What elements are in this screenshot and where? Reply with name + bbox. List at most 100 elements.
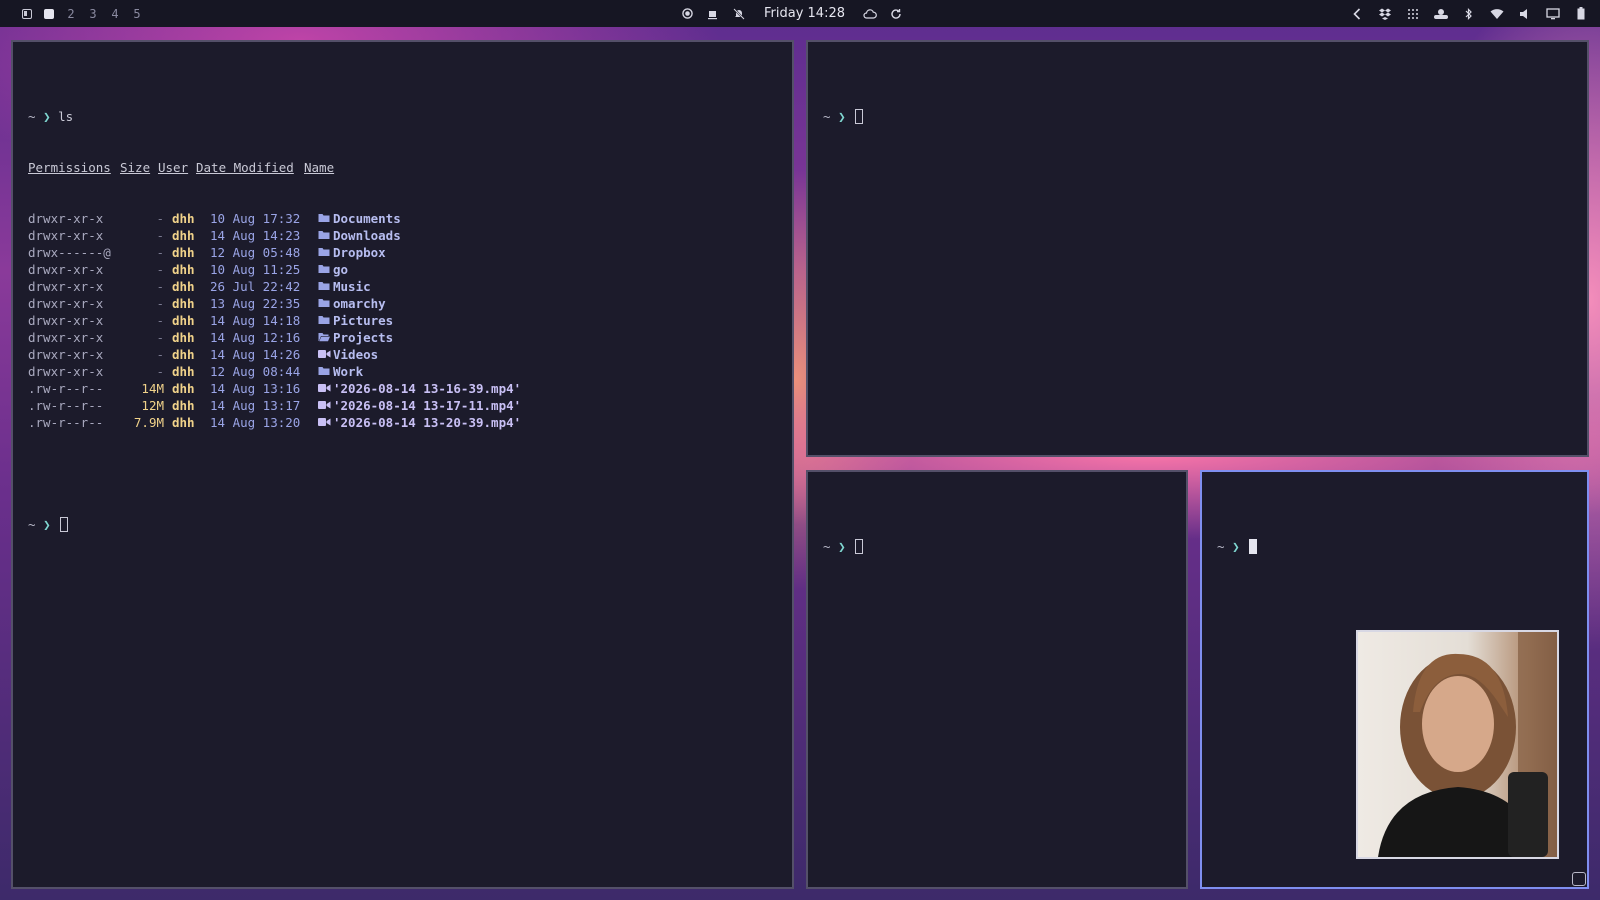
- prompt-line: ~ ❯: [28, 516, 782, 533]
- app-launcher-icon[interactable]: [16, 0, 38, 27]
- date-cell: 14 Aug 13:16: [210, 381, 301, 396]
- workspace-5[interactable]: 5: [126, 0, 148, 27]
- prompt: ~ ❯: [28, 517, 51, 532]
- record-icon[interactable]: [680, 7, 694, 21]
- size-cell: -: [156, 245, 164, 260]
- ls-row: drwxr-xr-x - dhh 12 Aug 08:44 Work: [28, 363, 782, 380]
- date-cell: 14 Aug 13:17: [210, 398, 301, 413]
- name-cell[interactable]: '2026-08-14 13-20-39.mp4': [333, 414, 521, 431]
- chevron-left-icon[interactable]: [1350, 7, 1364, 21]
- name-cell[interactable]: '2026-08-14 13-16-39.mp4': [333, 380, 521, 397]
- user-cell: dhh: [172, 347, 195, 362]
- name-cell[interactable]: Documents: [333, 210, 401, 227]
- permissions-cell: .rw-r--r--: [28, 398, 104, 413]
- cloud-icon[interactable]: [863, 7, 877, 21]
- permissions-cell: drwxr-xr-x: [28, 330, 104, 345]
- date-cell: 12 Aug 05:48: [210, 245, 301, 260]
- header-permissions: Permissions: [28, 160, 111, 175]
- command-line: ~ ❯ ls: [28, 108, 782, 125]
- ls-row: drwxr-xr-x - dhh 13 Aug 22:35 omarchy: [28, 295, 782, 312]
- folder-icon: [318, 244, 333, 261]
- weather-icon[interactable]: [1434, 7, 1448, 21]
- ls-row: .rw-r--r-- 14M dhh 14 Aug 13:16 '2026-08-14 …: [28, 380, 782, 397]
- folder-icon: [318, 261, 333, 278]
- header-size: Size: [120, 160, 151, 175]
- name-cell[interactable]: '2026-08-14 13-17-11.mp4': [333, 397, 521, 414]
- system-tray: [1350, 0, 1588, 27]
- header-name: Name: [304, 160, 335, 175]
- coffee-icon[interactable]: [706, 7, 720, 21]
- video-file-icon: [318, 397, 333, 414]
- permissions-cell: drwxr-xr-x: [28, 211, 104, 226]
- clock[interactable]: Friday 14:28: [764, 6, 845, 21]
- ls-row: .rw-r--r-- 7.9M dhh 14 Aug 13:20 '2026-08-14…: [28, 414, 782, 431]
- display-icon[interactable]: [1546, 7, 1560, 21]
- cursor: [60, 517, 69, 532]
- size-cell: -: [156, 211, 164, 226]
- video-file-icon: [318, 380, 333, 397]
- prompt: ~ ❯: [28, 109, 51, 124]
- ls-row: drwxr-xr-x - dhh 14 Aug 12:16 Projects: [28, 329, 782, 346]
- folder-icon: [318, 227, 333, 244]
- name-cell[interactable]: Downloads: [333, 227, 401, 244]
- user-cell: dhh: [172, 211, 195, 226]
- size-cell: -: [156, 330, 164, 345]
- size-cell: 14M: [141, 381, 164, 396]
- user-cell: dhh: [172, 245, 195, 260]
- workspace-1-active-icon[interactable]: [38, 0, 60, 27]
- folder-icon: [318, 312, 333, 329]
- ls-row: drwxr-xr-x - dhh 14 Aug 14:26 Videos: [28, 346, 782, 363]
- user-cell: dhh: [172, 330, 195, 345]
- volume-icon[interactable]: [1518, 7, 1532, 21]
- date-cell: 14 Aug 12:16: [210, 330, 301, 345]
- webcam-overlay[interactable]: [1356, 630, 1559, 859]
- ls-row: drwxr-xr-x - dhh 14 Aug 14:23 Downloads: [28, 227, 782, 244]
- date-cell: 14 Aug 14:18: [210, 313, 301, 328]
- name-cell[interactable]: go: [333, 261, 348, 278]
- terminal-main[interactable]: ~ ❯ ls Permissions Size User Date Modifi…: [11, 40, 794, 889]
- bluetooth-icon[interactable]: [1462, 7, 1476, 21]
- notifications-off-icon[interactable]: [732, 7, 746, 21]
- size-cell: -: [156, 296, 164, 311]
- workspace-3[interactable]: 3: [82, 0, 104, 27]
- date-cell: 14 Aug 13:20: [210, 415, 301, 430]
- size-cell: -: [156, 313, 164, 328]
- permissions-cell: drwx------@: [28, 245, 111, 260]
- date-cell: 14 Aug 14:23: [210, 228, 301, 243]
- user-cell: dhh: [172, 296, 195, 311]
- user-cell: dhh: [172, 262, 195, 277]
- terminal-bottom-right-content: ~ ❯: [1217, 504, 1577, 589]
- refresh-icon[interactable]: [889, 7, 903, 21]
- size-cell: -: [156, 228, 164, 243]
- ls-row: drwxr-xr-x - dhh 10 Aug 17:32 Documents: [28, 210, 782, 227]
- name-cell[interactable]: Videos: [333, 346, 378, 363]
- apps-grid-icon[interactable]: [1406, 7, 1420, 21]
- user-cell: dhh: [172, 398, 195, 413]
- terminal-bottom-middle[interactable]: ~ ❯: [806, 470, 1188, 889]
- size-cell: 7.9M: [133, 415, 164, 430]
- user-cell: dhh: [172, 228, 195, 243]
- screenshot-icon[interactable]: [1572, 872, 1586, 886]
- name-cell[interactable]: Pictures: [333, 312, 393, 329]
- permissions-cell: .rw-r--r--: [28, 381, 104, 396]
- user-cell: dhh: [172, 415, 195, 430]
- date-cell: 26 Jul 22:42: [210, 279, 301, 294]
- name-cell[interactable]: Dropbox: [333, 244, 386, 261]
- permissions-cell: drwxr-xr-x: [28, 228, 104, 243]
- name-cell[interactable]: Music: [333, 278, 371, 295]
- terminal-top-right[interactable]: ~ ❯: [806, 40, 1589, 457]
- permissions-cell: drwxr-xr-x: [28, 262, 104, 277]
- user-cell: dhh: [172, 364, 195, 379]
- wifi-icon[interactable]: [1490, 7, 1504, 21]
- user-cell: dhh: [172, 279, 195, 294]
- dropbox-icon[interactable]: [1378, 7, 1392, 21]
- name-cell[interactable]: Work: [333, 363, 363, 380]
- terminal-top-right-content: ~ ❯: [823, 74, 1577, 159]
- topbar-center: Friday 14:28: [680, 0, 903, 27]
- workspace-2[interactable]: 2: [60, 0, 82, 27]
- date-cell: 13 Aug 22:35: [210, 296, 301, 311]
- name-cell[interactable]: omarchy: [333, 295, 386, 312]
- name-cell[interactable]: Projects: [333, 329, 393, 346]
- battery-icon[interactable]: [1574, 7, 1588, 21]
- workspace-4[interactable]: 4: [104, 0, 126, 27]
